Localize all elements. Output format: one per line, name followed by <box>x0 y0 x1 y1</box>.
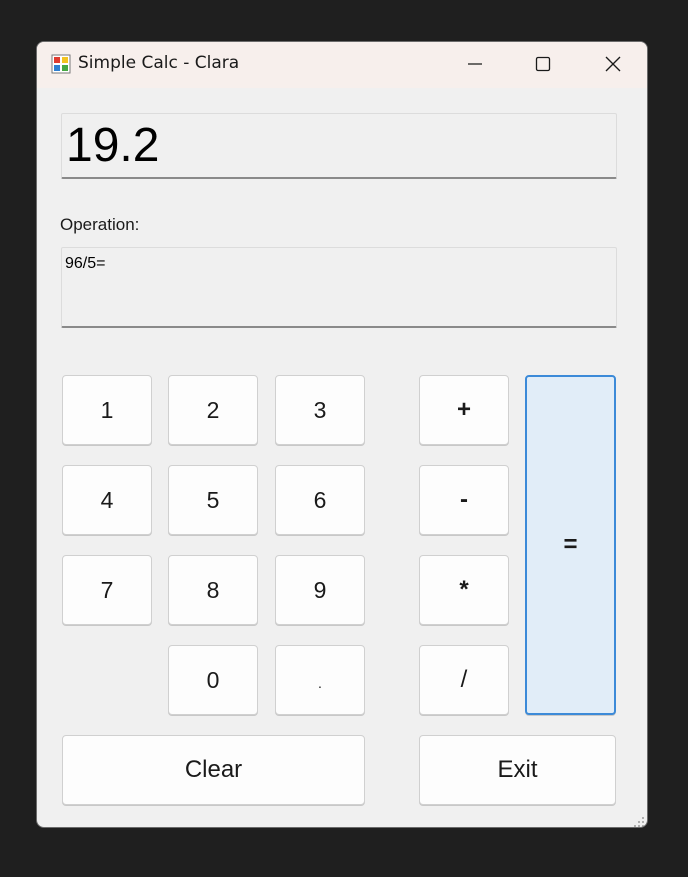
digit-0-button[interactable]: 0 <box>168 645 258 715</box>
window-title: Simple Calc - Clara <box>78 53 240 73</box>
calculator-window: Simple Calc - Clara 19.2 Operation: 96/5… <box>36 41 648 828</box>
minimize-button[interactable] <box>446 42 504 86</box>
title-bar[interactable]: Simple Calc - Clara <box>37 42 647 88</box>
maximize-icon <box>535 56 551 72</box>
maximize-button[interactable] <box>514 42 572 86</box>
digit-8-button[interactable]: 8 <box>168 555 258 625</box>
clear-button[interactable]: Clear <box>62 735 365 805</box>
result-display[interactable]: 19.2 <box>61 113 617 179</box>
divide-button[interactable]: / <box>419 645 509 715</box>
operation-field[interactable]: 96/5= <box>61 247 617 328</box>
close-icon <box>605 56 621 72</box>
operation-label: Operation: <box>60 215 140 234</box>
exit-button[interactable]: Exit <box>419 735 616 805</box>
app-icon <box>51 54 71 74</box>
minimize-icon <box>468 63 482 65</box>
digit-9-button[interactable]: 9 <box>275 555 365 625</box>
decimal-point-button[interactable]: . <box>275 645 365 715</box>
digit-7-button[interactable]: 7 <box>62 555 152 625</box>
digit-5-button[interactable]: 5 <box>168 465 258 535</box>
digit-4-button[interactable]: 4 <box>62 465 152 535</box>
close-button[interactable] <box>584 42 642 86</box>
digit-1-button[interactable]: 1 <box>62 375 152 445</box>
add-button[interactable]: + <box>419 375 509 445</box>
equals-button[interactable]: = <box>525 375 616 715</box>
result-value: 19.2 <box>66 119 160 172</box>
resize-grip-icon[interactable] <box>633 813 645 827</box>
subtract-button[interactable]: - <box>419 465 509 535</box>
digit-3-button[interactable]: 3 <box>275 375 365 445</box>
operation-value: 96/5= <box>65 255 106 272</box>
digit-2-button[interactable]: 2 <box>168 375 258 445</box>
multiply-button[interactable]: * <box>419 555 509 625</box>
digit-6-button[interactable]: 6 <box>275 465 365 535</box>
